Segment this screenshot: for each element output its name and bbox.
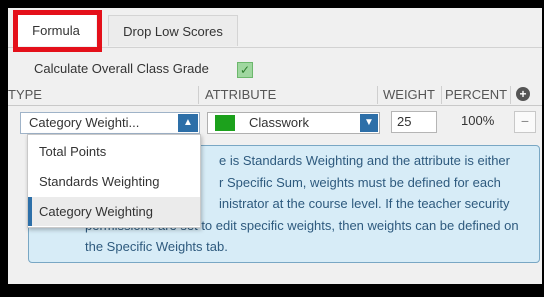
type-dropdown-menu: Total Points Standards Weighting Categor… (27, 134, 201, 228)
chevron-up-icon[interactable]: ▲ (178, 114, 198, 132)
info-line: the Specific Weights tab. (85, 239, 228, 254)
dropdown-option-category-weighting[interactable]: Category Weighting (28, 197, 200, 226)
formula-tab-highlight (13, 10, 102, 52)
header-divider (198, 86, 199, 104)
header-attribute: ATTRIBUTE (205, 87, 277, 102)
attribute-select[interactable]: Classwork ▼ (207, 112, 380, 134)
dropdown-option-total-points[interactable]: Total Points (28, 137, 200, 166)
header-type: TYPE (8, 87, 42, 102)
info-line: e is Standards Weighting and the attribu… (219, 153, 510, 168)
formula-panel: Formula Drop Low Scores Calculate Overal… (8, 8, 542, 284)
header-weight: WEIGHT (383, 87, 435, 102)
tab-drop-low-scores[interactable]: Drop Low Scores (108, 15, 238, 46)
calc-overall-checkbox[interactable]: ✓ (237, 62, 253, 78)
attribute-select-value: Classwork (249, 115, 309, 130)
header-divider (510, 86, 511, 104)
type-select-value: Category Weighti... (29, 115, 140, 130)
info-line: r Specific Sum, weights must be defined … (219, 174, 501, 190)
info-line: inistrator at the course level. If the t… (219, 196, 510, 211)
weight-input[interactable]: 25 (391, 111, 437, 133)
dropdown-option-standards-weighting[interactable]: Standards Weighting (28, 167, 200, 196)
color-swatch (215, 115, 235, 131)
chevron-down-icon[interactable]: ▼ (360, 114, 378, 132)
header-divider (377, 86, 378, 104)
remove-row-button[interactable]: − (514, 111, 536, 133)
percent-value: 100% (461, 113, 495, 128)
header-percent: PERCENT (445, 87, 508, 102)
plus-icon: + (519, 87, 527, 101)
type-select[interactable]: Category Weighti... ▲ (20, 112, 200, 134)
calc-overall-label: Calculate Overall Class Grade (34, 61, 209, 76)
header-underline (8, 105, 542, 106)
header-divider (441, 86, 442, 104)
add-row-button[interactable]: + (516, 87, 530, 101)
minus-icon: − (520, 113, 530, 129)
checkmark-icon: ✓ (239, 63, 251, 77)
